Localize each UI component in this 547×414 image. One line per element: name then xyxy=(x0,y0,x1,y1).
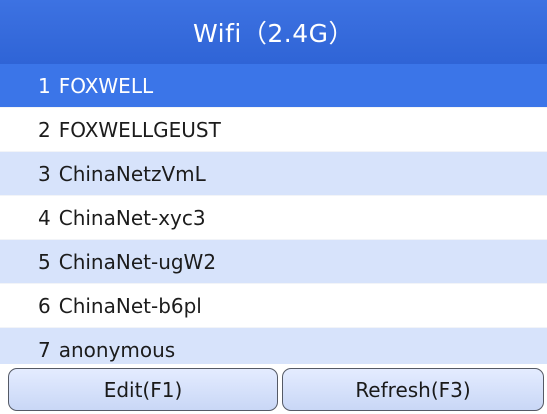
network-index: 7 xyxy=(38,337,51,362)
network-name: ChinaNetzVmL xyxy=(58,161,206,186)
network-item-5[interactable]: 5 ChinaNet-ugW2 xyxy=(0,240,547,284)
network-name: anonymous xyxy=(58,337,176,362)
network-item-1[interactable]: 1 FOXWELL xyxy=(0,64,547,108)
network-index: 1 xyxy=(38,73,51,98)
edit-button[interactable]: Edit(F1) xyxy=(8,368,278,411)
page-title: Wifi（2.4G） xyxy=(0,0,547,64)
network-index: 3 xyxy=(38,161,51,186)
network-item-2[interactable]: 2 FOXWELLGEUST xyxy=(0,108,547,152)
network-name: FOXWELLGEUST xyxy=(58,117,221,142)
network-name: ChinaNet-xyc3 xyxy=(58,205,206,230)
network-name: FOXWELL xyxy=(58,73,154,98)
wifi-network-list[interactable]: 1 FOXWELL 2 FOXWELLGEUST 3 ChinaNetzVmL … xyxy=(0,64,547,364)
network-name: ChinaNet-ugW2 xyxy=(58,249,217,274)
network-index: 2 xyxy=(38,117,51,142)
function-key-bar: Edit(F1) Refresh(F3) xyxy=(0,364,547,414)
network-name: ChinaNet-b6pl xyxy=(58,293,202,318)
network-item-6[interactable]: 6 ChinaNet-b6pl xyxy=(0,284,547,328)
network-item-7[interactable]: 7 anonymous xyxy=(0,328,547,364)
network-item-3[interactable]: 3 ChinaNetzVmL xyxy=(0,152,547,196)
network-index: 5 xyxy=(38,249,51,274)
wifi-screen: Wifi（2.4G） 1 FOXWELL 2 FOXWELLGEUST 3 Ch… xyxy=(0,0,547,414)
network-index: 4 xyxy=(38,205,51,230)
network-item-4[interactable]: 4 ChinaNet-xyc3 xyxy=(0,196,547,240)
refresh-button[interactable]: Refresh(F3) xyxy=(282,368,544,411)
network-index: 6 xyxy=(38,293,51,318)
